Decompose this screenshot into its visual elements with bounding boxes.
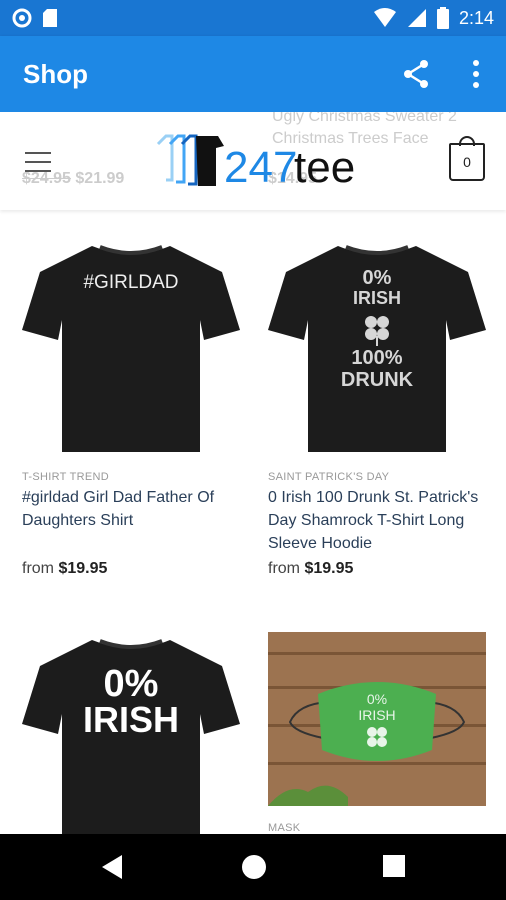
system-nav-bar xyxy=(0,834,506,900)
shirt-print-text: #GIRLDAD xyxy=(83,272,178,293)
product-image[interactable]: 0% IRISH xyxy=(22,632,240,834)
mask-print-text: 0% xyxy=(367,691,387,707)
product-price: from $19.95 xyxy=(268,560,354,577)
shirt-print-text: 100% xyxy=(351,347,402,369)
recents-icon[interactable] xyxy=(383,855,405,877)
mask-print-text: IRISH xyxy=(358,707,395,723)
clock: 2:14 xyxy=(458,7,494,28)
shop-content[interactable]: #GIRLDAD T-SHIRT TREND #girldad Girl Dad… xyxy=(0,112,506,834)
product-image[interactable]: 0% IRISH xyxy=(268,632,486,806)
menu-icon[interactable] xyxy=(25,152,51,172)
signal-icon xyxy=(407,9,426,27)
brand-word: tee xyxy=(294,143,355,192)
more-options-icon[interactable] xyxy=(470,58,482,90)
product-image[interactable]: 0% IRISH 100% DRUNK xyxy=(268,238,486,456)
battery-icon xyxy=(436,7,449,29)
product-category[interactable]: T-SHIRT TREND xyxy=(22,471,109,483)
sync-icon xyxy=(12,8,32,28)
shirt-print-text: 0% xyxy=(363,267,392,289)
shirt-print-text: DRUNK xyxy=(341,369,414,391)
page-title: Shop xyxy=(23,59,88,89)
wifi-icon xyxy=(373,8,396,27)
cart-count: 0 xyxy=(463,154,471,170)
shirt-print-text: IRISH xyxy=(353,288,401,308)
product-category[interactable]: MASK xyxy=(268,822,300,834)
site-header: Ugly Christmas Sweater 2 Christmas Trees… xyxy=(0,112,506,210)
product-price: from $19.95 xyxy=(22,560,108,577)
brand-logo[interactable]: 247 tee xyxy=(152,130,362,192)
share-icon[interactable] xyxy=(400,58,432,90)
shirt-print-text: IRISH xyxy=(83,699,179,740)
product-name[interactable]: 0 Irish 100 Drunk St. Patrick's Day Sham… xyxy=(268,486,490,555)
brand-digits: 247 xyxy=(224,143,297,192)
product-image[interactable]: #GIRLDAD xyxy=(22,238,240,456)
cart-button[interactable]: 0 xyxy=(449,136,485,181)
back-icon[interactable] xyxy=(100,854,124,880)
sd-card-icon xyxy=(43,9,57,27)
app-bar: Shop xyxy=(0,36,506,112)
status-bar: 2:14 xyxy=(0,0,506,36)
product-category[interactable]: SAINT PATRICK'S DAY xyxy=(268,471,389,483)
ghost-product-price: $24.95 $21.99 xyxy=(22,170,125,187)
shirt-logo-icon xyxy=(156,134,198,186)
home-icon[interactable] xyxy=(241,854,267,880)
product-name[interactable]: #girldad Girl Dad Father Of Daughters Sh… xyxy=(22,486,244,532)
